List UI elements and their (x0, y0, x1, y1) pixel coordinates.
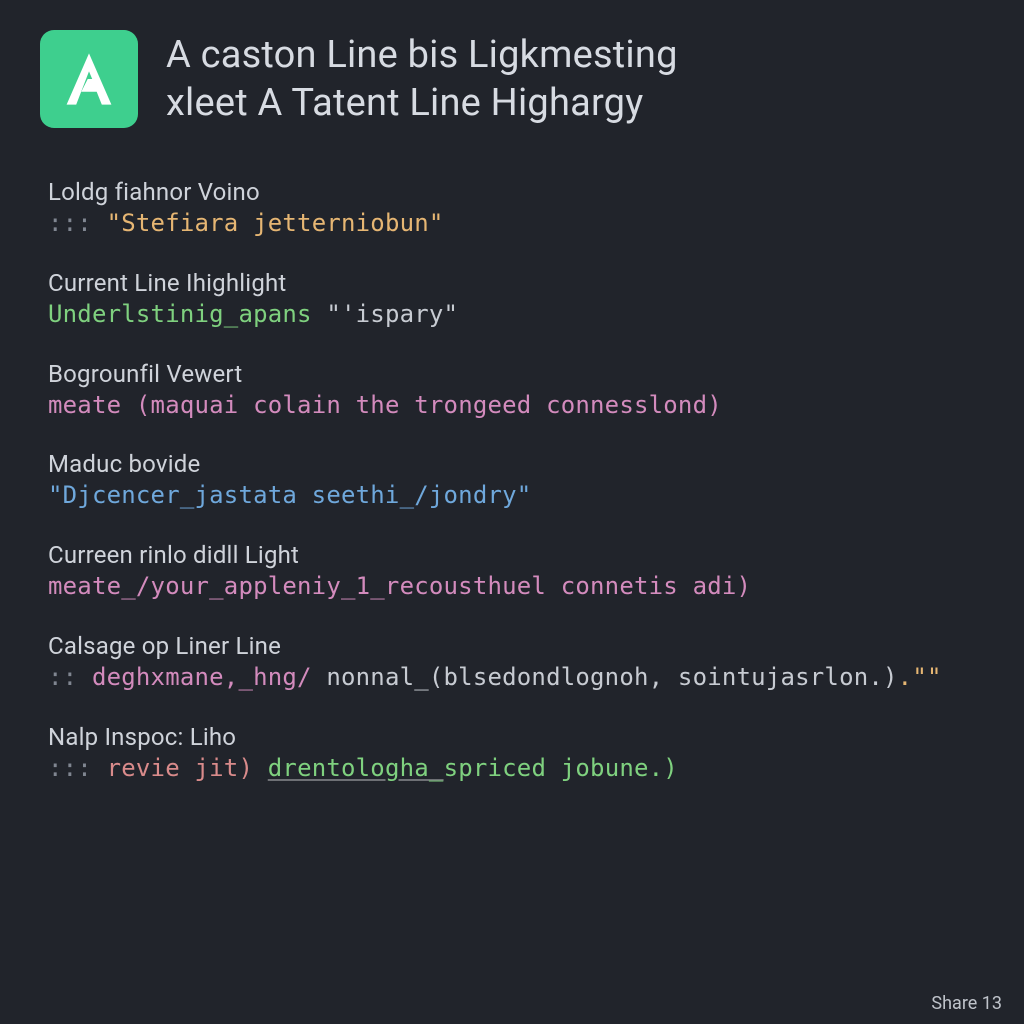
setting-group: Maduc bovide "Djcencer_jastata seethi_/jo… (48, 450, 984, 513)
setting-value: :: deghxmane,_hng/ nonnal_(blsedondlogno… (48, 660, 984, 695)
header: A caston Line bis Ligkmesting xleet A Ta… (40, 30, 984, 128)
logo-letter-a-icon (57, 47, 121, 111)
value-token: :: (48, 663, 92, 691)
value-token: ::: (48, 209, 107, 237)
title-line-1: A caston Line bis Ligkmesting (166, 32, 678, 80)
setting-label: Current Line Ihighlight (48, 269, 984, 297)
value-token: "Djcencer_jastata seethi_/jondry" (48, 481, 531, 509)
value-token: ."" (898, 663, 942, 691)
setting-group: Bogrounfil Vewertmeate (maquai colain th… (48, 360, 984, 423)
value-token: "Stefiara jetterniobun" (107, 209, 444, 237)
setting-value: meate_/your_appleniy_1_recousthuel conne… (48, 569, 984, 604)
title-line-2: xleet A Tatent Line Highargy (166, 80, 678, 128)
setting-label: Loldg fiahnor Voino (48, 178, 984, 206)
share-label[interactable]: Share 13 (931, 993, 1002, 1014)
value-token: Underlstinig_apans (48, 300, 326, 328)
setting-group: Nalp Inspoc: Liho::: revie jit) drentolo… (48, 723, 984, 786)
setting-label: Curreen rinlo didll Light (48, 541, 984, 569)
setting-group: Loldg fiahnor Voino::: "Stefiara jettern… (48, 178, 984, 241)
value-token: (maquai colain the trongeed connesslond) (136, 391, 722, 419)
value-token: ::: (48, 754, 107, 782)
setting-label: Nalp Inspoc: Liho (48, 723, 984, 751)
setting-label: Calsage op Liner Line (48, 632, 984, 660)
title-block: A caston Line bis Ligkmesting xleet A Ta… (166, 30, 678, 127)
settings-list: Loldg fiahnor Voino::: "Stefiara jettern… (40, 178, 984, 786)
value-token: revie jit) (107, 754, 268, 782)
value-token: meate (48, 391, 136, 419)
app-logo-icon (40, 30, 138, 128)
value-token: nonnal_(blsedondlognoh, sointujasrlon.) (326, 663, 897, 691)
setting-value: "Djcencer_jastata seethi_/jondry" (48, 478, 984, 513)
setting-value: ::: "Stefiara jetterniobun" (48, 206, 984, 241)
setting-value: ::: revie jit) drentologha_spriced jobun… (48, 751, 984, 786)
setting-value: Underlstinig_apans "'ispary" (48, 297, 984, 332)
value-token: deghxmane,_hng/ (92, 663, 326, 691)
setting-group: Calsage op Liner Line:: deghxmane,_hng/ … (48, 632, 984, 695)
app-root: A caston Line bis Ligkmesting xleet A Ta… (0, 0, 1024, 1024)
setting-label: Maduc bovide (48, 450, 984, 478)
setting-group: Current Line IhighlightUnderlstinig_apan… (48, 269, 984, 332)
setting-value: meate (maquai colain the trongeed connes… (48, 388, 984, 423)
value-token: drentologha_ (268, 754, 444, 782)
setting-group: Curreen rinlo didll Light meate_/your_app… (48, 541, 984, 604)
value-token: meate_/your_appleniy_1_recousthuel conne… (48, 572, 751, 600)
value-token: "'ispary" (326, 300, 458, 328)
setting-label: Bogrounfil Vewert (48, 360, 984, 388)
value-token: spriced jobune.) (444, 754, 678, 782)
